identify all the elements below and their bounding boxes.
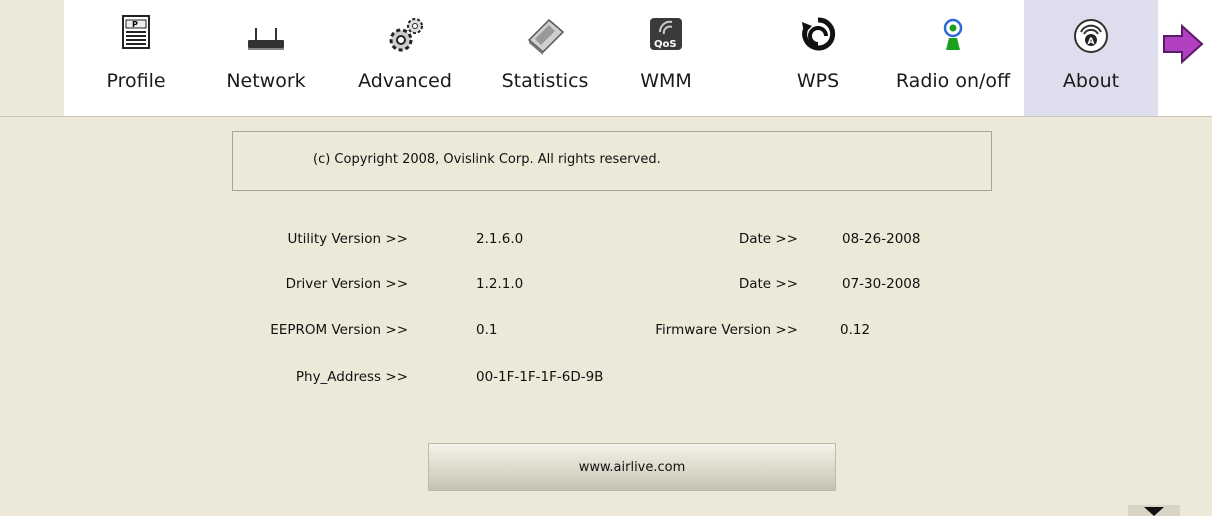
next-arrow-icon[interactable] [1160,22,1204,66]
scroll-down-icon [1144,507,1164,516]
radio-icon [943,18,963,50]
wps-icon [802,17,836,51]
wmm-icon: QoS [650,18,682,50]
phy-address-label: Phy_Address >> [295,369,408,385]
tab-wmm-label: WMM [640,70,692,92]
network-icon [248,28,284,50]
svg-text:A: A [1088,37,1095,47]
utility-version-value: 2.1.6.0 [476,231,524,247]
scroll-down-button[interactable] [1128,505,1180,516]
utility-date-value: 08-26-2008 [842,231,921,247]
tab-statistics-label: Statistics [501,70,589,92]
website-link-button[interactable]: www.airlive.com [428,443,836,491]
firmware-version-label: Firmware Version >> [655,322,798,338]
tab-advanced-label: Advanced [358,70,452,92]
tab-radio-on-off-label: Radio on/off [895,70,1011,92]
driver-version-label: Driver Version >> [285,276,408,292]
utility-date-label: Date >> [738,231,798,247]
firmware-version-value: 0.12 [840,322,871,338]
tab-profile-label: Profile [106,70,166,92]
tab-about-label: About [1062,70,1120,92]
tab-wps[interactable]: WPS [768,0,868,116]
tab-about[interactable]: A About [1024,0,1158,116]
tab-network-label: Network [226,70,306,92]
tab-radio-on-off[interactable]: Radio on/off [888,0,1018,116]
copyright-text: (c) Copyright 2008, Ovislink Corp. All r… [313,152,661,167]
tab-wmm[interactable]: QoS WMM [616,0,716,116]
about-icon: A [1074,19,1108,53]
driver-date-value: 07-30-2008 [842,276,921,292]
tab-wps-label: WPS [796,70,840,92]
driver-version-value: 1.2.1.0 [476,276,524,292]
eeprom-version-label: EEPROM Version >> [270,322,408,338]
tab-network[interactable]: Network [216,0,316,116]
tab-advanced[interactable]: Advanced [350,0,460,116]
toolbar-left-gap [0,0,64,116]
driver-date-label: Date >> [738,276,798,292]
phy-address-value: 00-1F-1F-1F-6D-9B [476,369,604,385]
profile-icon: P [122,15,150,49]
advanced-icon [389,18,423,52]
statistics-icon [527,18,565,55]
tab-statistics[interactable]: Statistics [490,0,600,116]
utility-version-label: Utility Version >> [287,231,408,247]
eeprom-version-value: 0.1 [476,322,498,338]
svg-text:P: P [132,20,138,29]
tab-profile[interactable]: P Profile [86,0,186,116]
copyright-box: (c) Copyright 2008, Ovislink Corp. All r… [232,131,992,191]
toolbar: P Profile Network Advanced Statistics Qo… [0,0,1212,117]
svg-text:QoS: QoS [654,39,677,50]
